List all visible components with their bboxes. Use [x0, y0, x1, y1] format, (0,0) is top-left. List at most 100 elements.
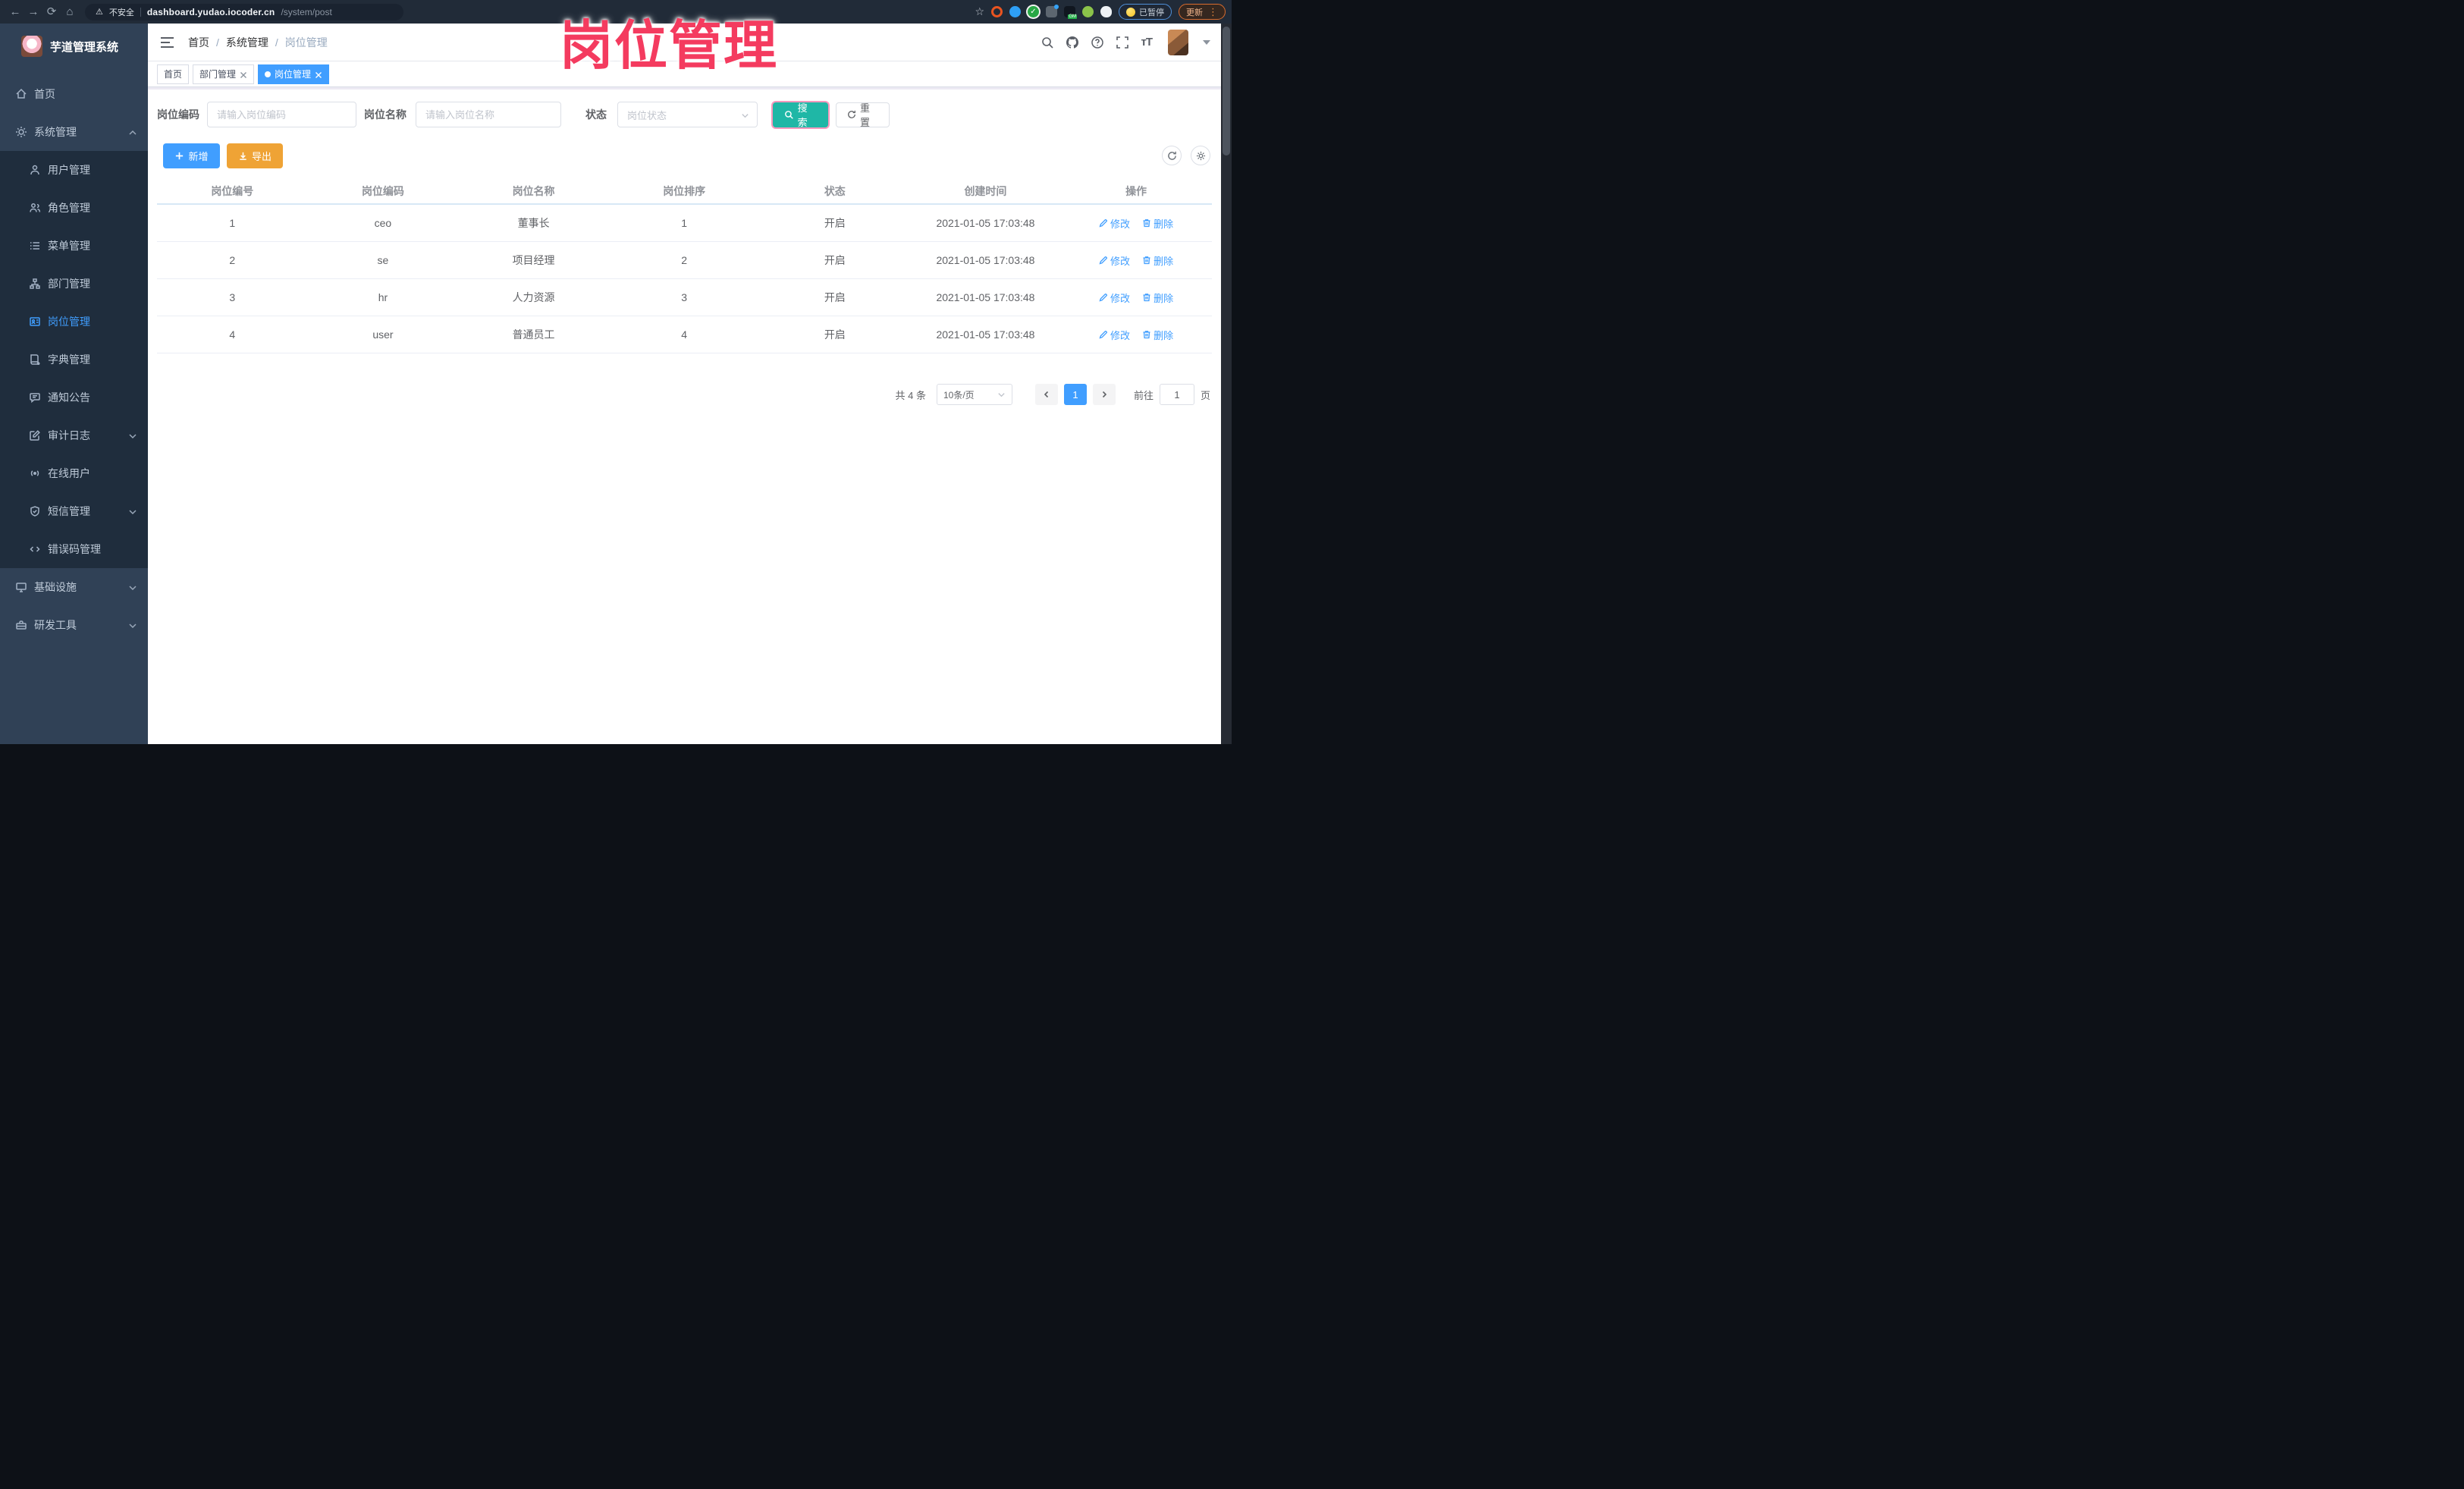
sidebar-item-label: 菜单管理 [48, 240, 90, 252]
caret-down-icon[interactable] [1203, 39, 1210, 45]
sidebar-item-system[interactable]: 系统管理 [0, 113, 148, 151]
browser-back-icon[interactable]: ← [6, 6, 24, 17]
sidebar-item-infrastructure[interactable]: 基础设施 [0, 568, 148, 606]
extension-icon-leaf[interactable] [1082, 6, 1094, 17]
sidebar-item-menus[interactable]: 菜单管理 [0, 227, 148, 265]
search-button[interactable]: 搜索 [773, 102, 828, 128]
search-icon [784, 110, 794, 120]
page-scrollbar[interactable] [1221, 24, 1232, 744]
edit-link[interactable]: 修改 [1099, 216, 1130, 231]
pagination-total: 共 4 条 [895, 389, 926, 401]
sidebar-item-audit-log[interactable]: 审计日志 [0, 416, 148, 454]
browser-home-icon[interactable]: ⌂ [61, 6, 79, 17]
goto-page-input[interactable] [1159, 384, 1194, 405]
sidebar-item-dictionary[interactable]: 字典管理 [0, 341, 148, 379]
avatar[interactable] [1168, 29, 1188, 55]
table-row[interactable]: 3 hr 人力资源 3 开启 2021-01-05 17:03:48 修改 删除 [157, 279, 1212, 316]
delete-link[interactable]: 删除 [1142, 253, 1173, 268]
chevron-down-icon [741, 111, 749, 119]
breadcrumb-system[interactable]: 系统管理 [226, 35, 268, 50]
extension-icon-ring[interactable] [991, 6, 1003, 17]
next-page-button[interactable] [1092, 384, 1116, 405]
main-area: 首页 / 系统管理 / 岗位管理 тT 首页 部门管理 岗位管理 岗位编码 请输… [148, 24, 1221, 744]
bookmark-star-icon[interactable]: ☆ [975, 5, 984, 18]
font-size-icon[interactable]: тT [1141, 36, 1152, 49]
cell-id: 1 [229, 217, 236, 229]
post-code-input[interactable] [207, 102, 356, 127]
status-select[interactable]: 岗位状态 [617, 102, 758, 127]
sidebar-item-notices[interactable]: 通知公告 [0, 379, 148, 416]
prev-page-button[interactable] [1034, 384, 1058, 405]
paused-extension-badge[interactable]: 已暂停 [1119, 4, 1172, 20]
tab-posts[interactable]: 岗位管理 [258, 64, 330, 84]
extension-icon-drop[interactable] [1009, 6, 1021, 17]
cell-status: 开启 [824, 291, 846, 303]
announcement-icon [29, 391, 41, 404]
cell-name: 项目经理 [512, 254, 555, 266]
close-icon[interactable] [315, 71, 322, 78]
table-header-row: 岗位编号 岗位编码 岗位名称 岗位排序 状态 创建时间 操作 [157, 179, 1212, 205]
current-page-button[interactable]: 1 [1063, 384, 1087, 405]
app-logo-row[interactable]: 芋道管理系统 [0, 24, 148, 69]
sidebar-item-label: 基础设施 [34, 581, 77, 593]
cell-created: 2021-01-05 17:03:48 [936, 328, 1035, 341]
close-icon[interactable] [240, 71, 247, 78]
browser-forward-icon[interactable]: → [24, 6, 42, 17]
reset-button[interactable]: 重置 [836, 102, 890, 128]
address-bar[interactable]: ⚠ 不安全 dashboard.yudao.iocoder.cn/system/… [85, 3, 403, 20]
sidebar-item-online-users[interactable]: 在线用户 [0, 454, 148, 492]
chevron-down-icon [128, 583, 137, 592]
chevron-down-icon [128, 620, 137, 630]
column-settings-button[interactable] [1191, 146, 1210, 165]
fullscreen-icon[interactable] [1116, 36, 1129, 49]
edit-link[interactable]: 修改 [1099, 291, 1130, 305]
posts-table: 岗位编号 岗位编码 岗位名称 岗位排序 状态 创建时间 操作 1 ceo 董事长… [157, 179, 1212, 353]
cell-sort: 3 [681, 291, 688, 303]
sidebar-item-sms[interactable]: 短信管理 [0, 492, 148, 530]
sidebar-item-roles[interactable]: 角色管理 [0, 189, 148, 227]
help-icon[interactable] [1091, 36, 1104, 49]
refresh-icon-button[interactable] [1162, 146, 1182, 165]
list-icon [29, 240, 41, 252]
status-select-placeholder: 岗位状态 [627, 109, 667, 121]
post-code-label: 岗位编码 [157, 108, 199, 121]
tab-home[interactable]: 首页 [157, 64, 190, 84]
sidebar-item-error-codes[interactable]: 错误码管理 [0, 530, 148, 568]
browser-menu-icon[interactable]: ⋮ [1208, 6, 1218, 18]
breadcrumb-separator: / [275, 36, 278, 49]
table-row[interactable]: 2 se 项目经理 2 开启 2021-01-05 17:03:48 修改 删除 [157, 242, 1212, 279]
github-icon[interactable] [1066, 36, 1079, 49]
scrollbar-thumb[interactable] [1223, 27, 1230, 155]
browser-update-button[interactable]: 更新 ⋮ [1179, 4, 1226, 20]
post-name-input[interactable] [416, 102, 561, 127]
add-button[interactable]: 新增 [163, 143, 220, 168]
cell-status: 开启 [824, 217, 846, 229]
extension-icon-check[interactable]: ✓ [1028, 6, 1039, 17]
sidebar-item-home[interactable]: 首页 [0, 75, 148, 113]
edit-link[interactable]: 修改 [1099, 253, 1130, 268]
extension-icon-gm[interactable] [1064, 6, 1077, 19]
sidebar-item-label: 在线用户 [48, 467, 90, 479]
browser-reload-icon[interactable]: ⟳ [42, 6, 61, 17]
hamburger-icon[interactable] [160, 36, 174, 49]
tab-label: 部门管理 [199, 69, 237, 80]
table-row[interactable]: 1 ceo 董事长 1 开启 2021-01-05 17:03:48 修改 删除 [157, 205, 1212, 242]
browser-toolbar-right: ☆ ✓ 已暂停 更新 ⋮ [975, 4, 1226, 20]
delete-link[interactable]: 删除 [1142, 216, 1173, 231]
export-button[interactable]: 导出 [227, 143, 283, 168]
sidebar-item-departments[interactable]: 部门管理 [0, 265, 148, 303]
edit-link[interactable]: 修改 [1099, 328, 1130, 342]
sidebar-item-users[interactable]: 用户管理 [0, 151, 148, 189]
extension-icon-grid[interactable] [1046, 5, 1059, 17]
sidebar-item-dev-tools[interactable]: 研发工具 [0, 606, 148, 644]
search-icon[interactable] [1041, 36, 1054, 49]
sidebar-item-posts[interactable]: 岗位管理 [0, 303, 148, 341]
table-row[interactable]: 4 user 普通员工 4 开启 2021-01-05 17:03:48 修改 … [157, 316, 1212, 353]
breadcrumb-current: 岗位管理 [284, 36, 328, 49]
page-size-select[interactable]: 10条/页 [936, 384, 1012, 405]
delete-link[interactable]: 删除 [1142, 328, 1173, 342]
tab-departments[interactable]: 部门管理 [193, 64, 255, 84]
extension-icon-bird[interactable] [1100, 6, 1112, 17]
breadcrumb-home[interactable]: 首页 [188, 35, 209, 50]
delete-link[interactable]: 删除 [1142, 291, 1173, 305]
